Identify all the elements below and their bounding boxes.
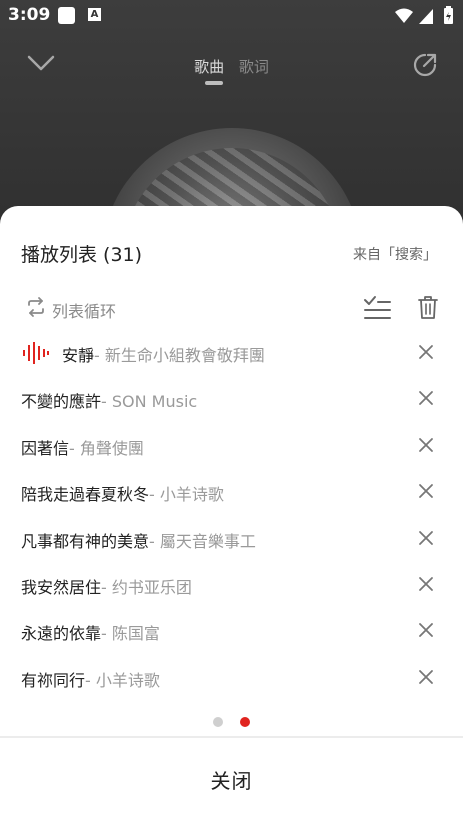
playlist-source: 来自「搜索」 [353,247,437,263]
remove-song-icon[interactable] [418,669,434,685]
song-text: 因著信- 角聲使團 [21,435,144,459]
song-artist: - 屬天音樂事工 [149,531,256,551]
system-status-icons [395,6,453,24]
loop-mode-row: 列表循环 [0,290,463,326]
playlist-title: 播放列表 (31) [21,244,143,266]
playlist-sheet: 播放列表 (31) 来自「搜索」 列表循环 安靜- 新生命小組教會敬拜團 不變的… [0,206,463,824]
multiselect-icon[interactable] [362,294,392,322]
page-dot-1[interactable] [212,717,223,727]
trash-icon[interactable] [417,294,439,320]
song-title: 永遠的依靠 [21,624,102,644]
page-dot-2[interactable] [240,717,251,727]
song-row-playing[interactable]: 安靜- 新生命小組教會敬拜團 [0,330,463,376]
song-title: 因著信 [21,438,70,458]
notification-square-icon [58,7,75,24]
song-artist: - 小羊诗歌 [85,670,160,690]
repeat-icon[interactable] [25,296,47,318]
loop-mode-label[interactable]: 列表循环 [52,298,116,322]
remove-song-icon[interactable] [418,344,434,360]
remove-song-icon[interactable] [418,530,434,546]
remove-song-icon[interactable] [418,483,434,499]
song-text: 我安然居住- 约书亚乐团 [21,574,192,598]
tab-song[interactable]: 歌曲 [194,58,224,76]
song-text: 永遠的依靠- 陈国富 [21,620,160,644]
song-text: 陪我走過春夏秋冬- 小羊诗歌 [21,481,224,505]
song-text: 有祢同行- 小羊诗歌 [21,667,160,691]
song-artist: - 新生命小組教會敬拜團 [94,346,265,365]
song-artist: - SON Music [101,392,198,412]
song-title: 陪我走過春夏秋冬 [21,485,150,505]
remove-song-icon[interactable] [418,437,434,453]
song-row[interactable]: 凡事都有神的美意- 屬天音樂事工 [0,516,463,562]
remove-song-icon[interactable] [418,390,434,406]
status-bar: 3:09 A [0,0,463,32]
song-row[interactable]: 因著信- 角聲使團 [0,423,463,469]
song-artist: - 角聲使團 [69,438,144,458]
status-time: 3:09 [8,5,51,25]
song-title: 不變的應許 [21,392,102,412]
song-title: 安靜 [62,346,95,365]
song-text: 安靜- 新生命小組教會敬拜團 [62,342,265,366]
page-indicator [0,712,463,727]
song-artist: - 陈国富 [101,624,160,644]
close-button[interactable]: 关闭 [0,738,463,824]
player-tabs: 歌曲 歌词 [0,56,463,77]
player-header: 歌曲 歌词 [0,48,463,88]
song-row[interactable]: 我安然居住- 约书亚乐团 [0,562,463,608]
song-row[interactable]: 不變的應許- SON Music [0,376,463,422]
now-playing-wave-icon [23,342,49,364]
tab-indicator [205,81,223,85]
song-title: 凡事都有神的美意 [21,531,150,551]
tab-lyrics[interactable]: 歌词 [239,58,269,76]
song-row[interactable]: 有祢同行- 小羊诗歌 [0,655,463,701]
song-title: 我安然居住 [21,577,102,597]
song-artist: - 约书亚乐团 [101,577,192,597]
share-icon[interactable] [412,52,438,78]
song-list: 安靜- 新生命小組教會敬拜團 不變的應許- SON Music 因著信- 角聲使… [0,330,463,701]
remove-song-icon[interactable] [418,576,434,592]
song-row[interactable]: 陪我走過春夏秋冬- 小羊诗歌 [0,469,463,515]
song-row[interactable]: 永遠的依靠- 陈国富 [0,608,463,654]
song-text: 凡事都有神的美意- 屬天音樂事工 [21,528,256,552]
playlist-header: 播放列表 (31) 来自「搜索」 [0,206,463,296]
song-artist: - 小羊诗歌 [149,485,224,505]
song-title: 有祢同行 [21,670,86,690]
a-notification-icon: A [88,8,101,21]
remove-song-icon[interactable] [418,622,434,638]
song-text: 不變的應許- SON Music [21,388,197,412]
